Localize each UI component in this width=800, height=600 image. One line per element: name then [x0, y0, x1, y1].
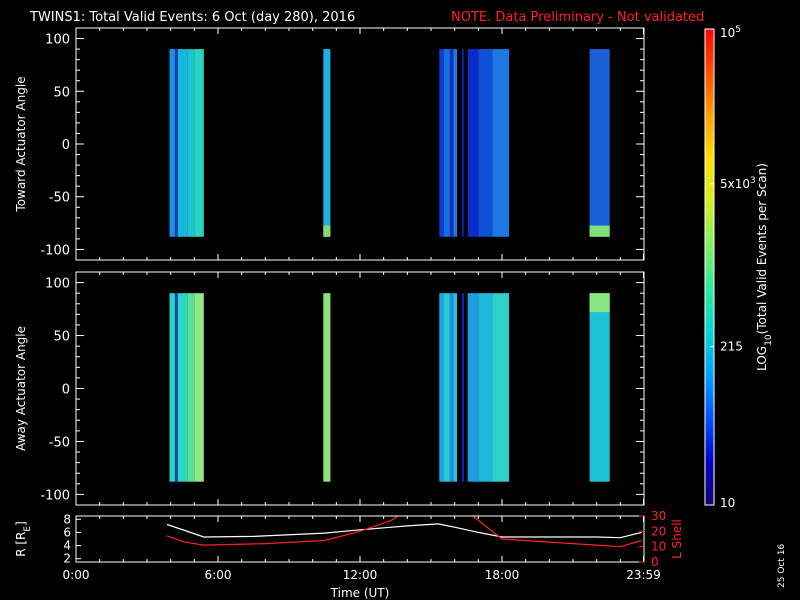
- data-strip: [492, 293, 510, 482]
- colorbar-gradient: [705, 29, 714, 505]
- data-strip: [323, 293, 331, 482]
- data-strip: [453, 293, 458, 482]
- data-strip: [444, 293, 450, 482]
- data-strip: [444, 49, 450, 237]
- date-stamp: 25 Oct 16: [777, 544, 787, 588]
- l-shell-line: [166, 516, 642, 548]
- colorbar-tick-label: 105: [720, 25, 741, 40]
- radius-line: [166, 523, 642, 539]
- data-strip: [461, 49, 465, 237]
- data-strip: [464, 293, 468, 482]
- y-tick-label: 8: [63, 512, 71, 526]
- preliminary-note: NOTE. Data Preliminary - Not validated: [451, 10, 704, 25]
- y-tick-label: -50: [49, 435, 70, 450]
- data-strip: [449, 293, 454, 482]
- data-strip: [457, 293, 462, 482]
- data-strip: [467, 49, 479, 237]
- panel-frame: [75, 515, 645, 563]
- y-tick-label: 100: [45, 33, 70, 48]
- data-strip: [169, 293, 175, 482]
- y-tick-label: -50: [49, 191, 70, 206]
- data-strip: [467, 293, 479, 482]
- data-strip: [177, 293, 188, 482]
- y-axis-label: Toward Actuator Angle: [14, 76, 28, 212]
- data-strip: [457, 49, 462, 237]
- y-tick-label: 4: [63, 539, 71, 553]
- data-strip: [589, 49, 610, 237]
- away-panel: -100 -50 0 50 100 Away Actuator Angle: [14, 271, 645, 506]
- data-strip-edge: [323, 225, 331, 237]
- data-strip: [187, 293, 195, 482]
- y-tick-label: 2: [63, 552, 71, 566]
- y-tick-label: 0: [62, 138, 70, 153]
- x-tick-label: 18:00: [485, 568, 520, 582]
- data-strip: [461, 293, 465, 482]
- plot-area: [76, 272, 644, 505]
- y-tick-label: -100: [40, 488, 70, 503]
- data-strip: [453, 49, 458, 237]
- y-tick-label: 100: [45, 277, 70, 292]
- twins-plot: TWINS1: Total Valid Events: 6 Oct (day 2…: [14, 10, 787, 600]
- y-tick-label: 50: [53, 330, 70, 345]
- data-strip: [439, 49, 445, 237]
- x-axis-label: Time (UT): [330, 586, 390, 600]
- data-strip: [194, 293, 204, 482]
- y-tick-label: 6: [63, 525, 71, 539]
- plot-title: TWINS1: Total Valid Events: 6 Oct (day 2…: [29, 10, 355, 25]
- x-tick-label: 12:00: [343, 568, 378, 582]
- colorbar-label: LOG10(Total Valid Events per Scan): [755, 163, 774, 371]
- data-strip: [589, 293, 610, 482]
- data-strip: [449, 49, 454, 237]
- y2-axis-label: L Shell: [670, 519, 684, 559]
- colorbar-tick-label: 10: [720, 496, 735, 510]
- y2-tick-label: 0: [651, 555, 659, 569]
- colorbar: 10 215 5x103 105 LOG10(Total Valid Events pe…: [704, 25, 774, 510]
- colorbar-tick-label: 215: [720, 339, 743, 353]
- data-strip: [478, 293, 493, 482]
- data-strip-edge: [589, 293, 610, 313]
- y-axis-label: Away Actuator Angle: [14, 326, 28, 451]
- y-tick-label: 50: [53, 85, 70, 100]
- y2-tick-label: 10: [651, 540, 666, 554]
- plot-area: [76, 28, 644, 260]
- colorbar-tick-label: 5x103: [720, 176, 756, 191]
- data-strip: [492, 49, 510, 237]
- data-strip: [464, 49, 468, 237]
- data-strip: [194, 49, 204, 237]
- data-strip: [174, 49, 178, 237]
- y2-tick-label: 30: [651, 509, 666, 523]
- data-strip: [177, 49, 188, 237]
- data-strip: [187, 49, 195, 237]
- x-tick-label: 0:00: [63, 568, 90, 582]
- data-strip: [323, 49, 331, 237]
- data-strip: [439, 293, 445, 482]
- orbit-panel: 0:00 6:00 12:00 18:00 23:59 2468 010 2030 R [RE]…: [14, 509, 684, 600]
- y-tick-label: 0: [62, 383, 70, 398]
- y2-tick-label: 20: [651, 524, 666, 538]
- data-strip: [478, 49, 493, 237]
- y-axis-label: R [RE]: [14, 521, 33, 557]
- y-tick-label: -100: [40, 243, 70, 258]
- x-tick-label: 23:59: [626, 568, 661, 582]
- data-strip-edge: [589, 225, 610, 237]
- data-strip: [174, 293, 178, 482]
- x-tick-label: 6:00: [205, 568, 232, 582]
- data-strip: [169, 49, 175, 237]
- toward-panel: -100 -50 0 50 100 Toward Actuator Angle: [14, 27, 645, 261]
